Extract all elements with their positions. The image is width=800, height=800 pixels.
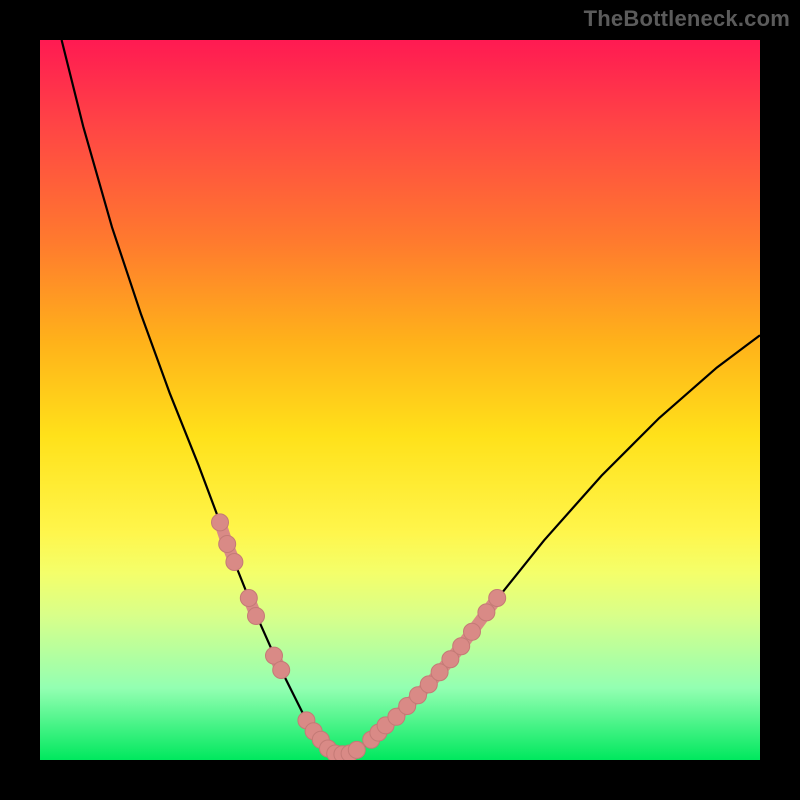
data-marker-left [226,554,243,571]
data-marker-valley [348,741,365,758]
data-marker-left [219,536,236,553]
data-marker-right [453,638,470,655]
attribution-text: TheBottleneck.com [584,6,790,32]
data-marker-right [478,604,495,621]
data-marker-right [489,590,506,607]
curve-line [62,40,760,754]
chart-svg [40,40,760,760]
data-marker-left [240,590,257,607]
data-marker-right [464,623,481,640]
data-marker-left [248,608,265,625]
plot-area [40,40,760,760]
data-marker-left [212,514,229,531]
data-marker-left [273,662,290,679]
chart-frame: TheBottleneck.com [0,0,800,800]
